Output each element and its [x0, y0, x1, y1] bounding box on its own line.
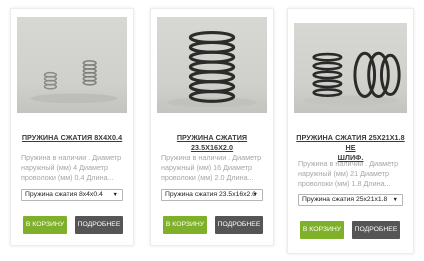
add-to-cart-button[interactable]: В КОРЗИНУ [23, 216, 67, 234]
description-line: Пружина в наличии . Диаметр [161, 153, 262, 162]
variant-select-value: Пружина сжатия 8х4х0.4 [25, 191, 103, 198]
product-title-line: ПРУЖИНА СЖАТИЯ 25Х21Х1.8 НЕ [296, 133, 405, 152]
description-line: проволоки (мм) 2.0 Длина... [161, 173, 254, 183]
product-title[interactable]: ПРУЖИНА СЖАТИЯ 8Х4Х0.4 [19, 133, 125, 143]
add-to-cart-button[interactable]: В КОРЗИНУ [300, 221, 344, 239]
spring-photo-icon [166, 31, 258, 108]
product-description: Пружина в наличии . Диаметр наружный (мм… [298, 159, 405, 190]
details-button[interactable]: ПОДРОБНЕЕ [352, 221, 400, 239]
description-line: Пружина в наличии . Диаметр [298, 159, 399, 168]
description-line: наружный (мм) 21 Диаметр [298, 169, 390, 179]
product-description: Пружина в наличии . Диаметр наружный (мм… [161, 153, 265, 184]
variant-select-value: Пружина сжатия 23.5х16х2.0 [165, 191, 256, 198]
product-description: Пружина в наличии . Диаметр наружный (мм… [21, 153, 125, 184]
description-line: проволоки (мм) 0.4 Длина... [21, 173, 114, 183]
variant-select[interactable]: Пружина сжатия 8х4х0.4 ▼ [21, 189, 123, 201]
variant-select[interactable]: Пружина сжатия 25х21х1.8 ▼ [298, 194, 403, 206]
product-photo[interactable] [157, 17, 267, 113]
product-card: ПРУЖИНА СЖАТИЯ 23.5Х16Х2.0 Пружина в нал… [150, 8, 274, 246]
product-photo[interactable] [17, 17, 127, 113]
details-button[interactable]: ПОДРОБНЕЕ [215, 216, 263, 234]
product-photo[interactable] [294, 23, 407, 113]
spring-photo-icon [30, 60, 118, 104]
add-to-cart-button[interactable]: В КОРЗИНУ [163, 216, 207, 234]
spring-photo-icon [303, 51, 401, 106]
product-title[interactable]: ПРУЖИНА СЖАТИЯ 23.5Х16Х2.0 [159, 133, 265, 153]
product-card: ПРУЖИНА СЖАТИЯ 25Х21Х1.8 НЕ ШЛИФ. Пружин… [287, 8, 414, 254]
product-card: ПРУЖИНА СЖАТИЯ 8Х4Х0.4 Пружина в наличии… [10, 8, 134, 246]
triangle-down-icon: ▼ [252, 192, 258, 198]
details-button[interactable]: ПОДРОБНЕЕ [75, 216, 123, 234]
description-line: Пружина в наличии . Диаметр [21, 153, 122, 162]
triangle-down-icon: ▼ [392, 197, 398, 203]
variant-select-value: Пружина сжатия 25х21х1.8 [302, 196, 388, 203]
description-line: наружный (мм) 4 Диаметр [21, 163, 109, 173]
triangle-down-icon: ▼ [112, 192, 118, 198]
description-line: наружный (мм) 16 Диаметр [161, 163, 253, 173]
variant-select[interactable]: Пружина сжатия 23.5х16х2.0 ▼ [161, 189, 263, 201]
description-line: проволоки (мм) 1.8 Длина... [298, 179, 391, 189]
